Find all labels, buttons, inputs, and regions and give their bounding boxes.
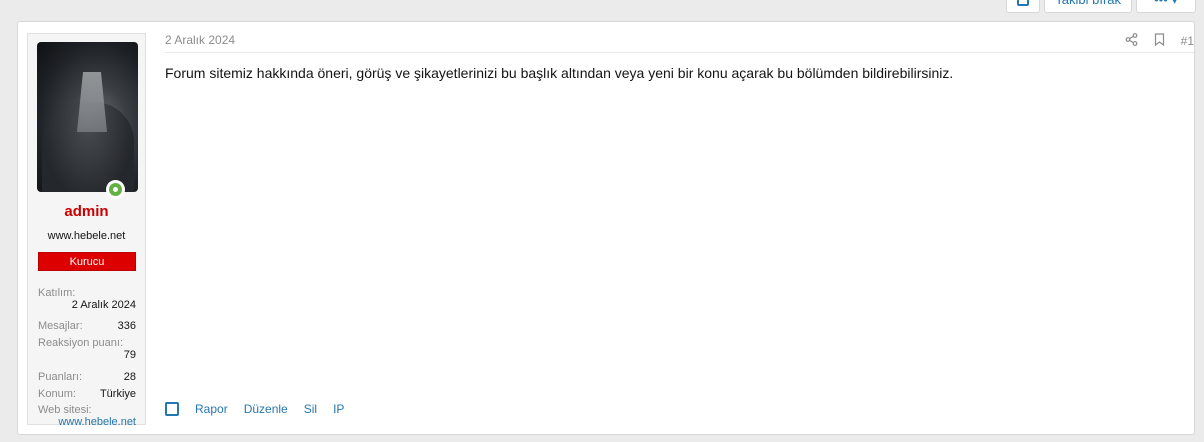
stat-reaction-value: 79: [123, 349, 136, 361]
stat-messages-value: 336: [117, 320, 136, 332]
stat-reaction: Reaksiyon puanı: 79: [38, 337, 136, 361]
post-date[interactable]: 2 Aralık 2024: [165, 33, 235, 47]
stat-messages: Mesajlar: 336: [38, 320, 136, 332]
edit-link[interactable]: Düzenle: [244, 402, 288, 416]
message-main: 2 Aralık 2024 #1 Forum sitemiz hakkında …: [165, 22, 1194, 434]
post-message: admin www.hebele.net Kurucu Katılım: 2 A…: [17, 21, 1195, 435]
stat-points-label: Puanları:: [38, 371, 83, 383]
share-icon[interactable]: [1125, 33, 1139, 49]
select-post-checkbox[interactable]: [165, 402, 179, 416]
avatar-shirt: [77, 72, 107, 132]
ip-link[interactable]: IP: [333, 402, 344, 416]
user-banner: Kurucu: [38, 252, 136, 271]
report-link[interactable]: Rapor: [195, 402, 228, 416]
stat-location-label: Konum:: [38, 388, 76, 400]
online-status-icon: [106, 180, 125, 199]
stat-website: Web sitesi: www.hebele.net: [38, 404, 136, 428]
stat-location-value: Türkiye: [99, 388, 136, 400]
bookmark-icon[interactable]: [1153, 33, 1167, 49]
stat-joined-value: 2 Aralık 2024: [71, 299, 136, 311]
stat-joined: Katılım: 2 Aralık 2024: [38, 287, 136, 311]
unfollow-button[interactable]: Takibi bırak: [1044, 0, 1132, 13]
user-cell: admin www.hebele.net Kurucu Katılım: 2 A…: [27, 33, 146, 428]
post-number[interactable]: #1: [1181, 34, 1194, 48]
attribution-actions: #1: [1125, 33, 1194, 49]
stat-joined-label: Katılım:: [38, 287, 76, 299]
username[interactable]: admin: [28, 203, 145, 220]
stat-location: Konum: Türkiye: [38, 388, 136, 400]
user-title: www.hebele.net: [47, 230, 126, 242]
thread-top-buttons: Takibi bırak ••• ▾: [1002, 0, 1196, 13]
delete-link[interactable]: Sil: [304, 402, 317, 416]
more-options-button[interactable]: ••• ▾: [1136, 0, 1196, 13]
message-body: Forum sitemiz hakkında öneri, görüş ve ş…: [165, 65, 954, 81]
stat-points-value: 28: [123, 371, 136, 383]
watch-icon: [1017, 0, 1030, 6]
stat-website-label: Web sitesi:: [38, 404, 92, 416]
message-actions: Rapor Düzenle Sil IP: [165, 402, 344, 416]
stat-messages-label: Mesajlar:: [38, 320, 83, 332]
stat-points: Puanları: 28: [38, 371, 136, 383]
watch-button[interactable]: [1006, 0, 1041, 13]
stat-website-link[interactable]: www.hebele.net: [38, 416, 136, 428]
avatar[interactable]: [37, 42, 138, 192]
stat-reaction-label: Reaksiyon puanı:: [38, 337, 123, 349]
message-attribution: 2 Aralık 2024 #1: [165, 33, 1194, 53]
